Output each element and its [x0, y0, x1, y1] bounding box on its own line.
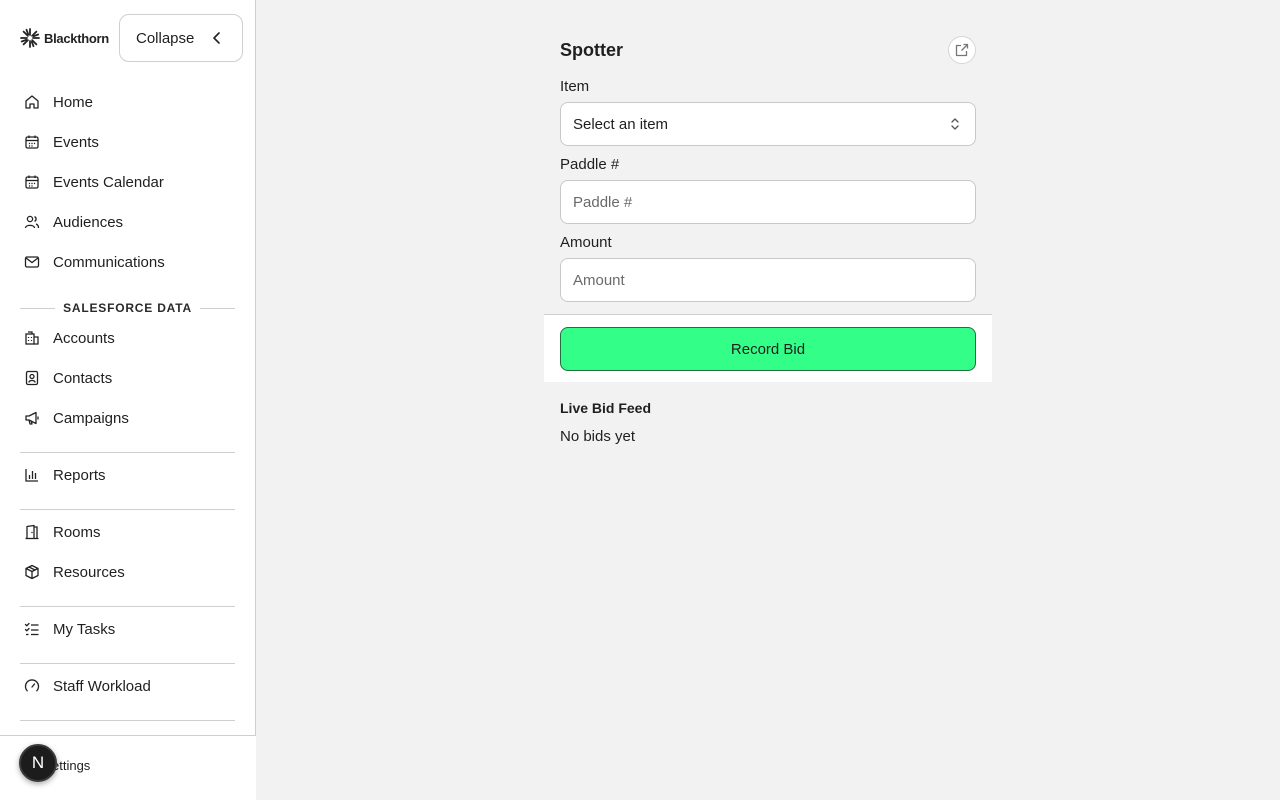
live-bid-feed-title: Live Bid Feed [560, 400, 652, 416]
door-icon [22, 522, 42, 542]
sidebar-item-contacts[interactable]: Contacts [20, 362, 236, 394]
sidebar-item-label: Events Calendar [53, 173, 164, 191]
sidebar: Blackthorn Collapse Home Events Events C… [0, 0, 256, 800]
open-external-button[interactable] [948, 36, 976, 64]
sidebar-item-events-calendar[interactable]: Events Calendar [20, 166, 236, 198]
sidebar-item-label: Events [53, 133, 99, 151]
home-icon [22, 92, 42, 112]
sidebar-item-label: Resources [53, 563, 125, 581]
users-icon [22, 212, 42, 232]
calendar-icon [22, 132, 42, 152]
bid-feed-empty-message: No bids yet [560, 428, 636, 445]
gauge-icon [22, 676, 42, 696]
sidebar-item-label: Audiences [53, 213, 124, 231]
sidebar-item-resources[interactable]: Resources [20, 556, 236, 588]
sidebar-item-label: My Tasks [53, 620, 116, 638]
chevron-left-icon [213, 32, 220, 44]
divider [20, 452, 235, 453]
blackthorn-logo-icon [20, 28, 40, 48]
item-label: Item [560, 78, 590, 95]
amount-input[interactable] [560, 258, 976, 302]
paddle-label: Paddle # [560, 156, 620, 173]
bar-chart-icon [22, 465, 42, 485]
chevron-up-down-icon [951, 118, 959, 130]
divider [20, 606, 235, 607]
sidebar-item-audiences[interactable]: Audiences [20, 206, 236, 238]
divider [20, 720, 235, 721]
external-link-icon [955, 43, 969, 57]
sidebar-item-label: Accounts [53, 329, 115, 347]
paddle-input[interactable] [560, 180, 976, 224]
divider [20, 663, 235, 664]
checklist-icon [22, 619, 42, 639]
sidebar-item-campaigns[interactable]: Campaigns [20, 402, 236, 434]
main-content: Spotter Item Select an item Paddle # Amo… [257, 0, 1280, 800]
page-title: Spotter [560, 40, 623, 60]
sidebar-item-staff-workload[interactable]: Staff Workload [20, 670, 236, 702]
divider [20, 307, 56, 309]
divider [20, 509, 235, 510]
amount-label: Amount [560, 234, 612, 251]
sidebar-item-label: Reports [53, 466, 106, 484]
collapse-label: Collapse [136, 29, 195, 47]
calendar-icon [22, 172, 42, 192]
sidebar-item-label: Campaigns [53, 409, 129, 427]
record-bid-button[interactable]: Record Bid [560, 327, 976, 371]
sidebar-item-my-tasks[interactable]: My Tasks [20, 613, 236, 645]
box-icon [22, 562, 42, 582]
section-heading-label: SALESFORCE DATA [63, 301, 192, 315]
sidebar-item-label: Staff Workload [53, 677, 151, 695]
sidebar-item-label: Home [53, 93, 94, 111]
settings-link[interactable]: ettings [52, 758, 90, 773]
sidebar-item-label: Communications [53, 253, 165, 271]
sidebar-item-reports[interactable]: Reports [20, 459, 236, 491]
sidebar-item-communications[interactable]: Communications [20, 246, 236, 278]
item-select[interactable]: Select an item [560, 102, 976, 146]
sidebar-item-accounts[interactable]: Accounts [20, 322, 236, 354]
sidebar-item-label: Contacts [53, 369, 113, 387]
collapse-button[interactable]: Collapse [119, 14, 243, 62]
item-select-value: Select an item [573, 115, 669, 133]
avatar[interactable]: N [19, 744, 57, 782]
contact-icon [22, 368, 42, 388]
section-heading-salesforce: SALESFORCE DATA [20, 299, 236, 317]
sidebar-item-rooms[interactable]: Rooms [20, 516, 236, 548]
mail-icon [22, 252, 42, 272]
brand-name: Blackthorn [44, 30, 109, 46]
building-icon [22, 328, 42, 348]
sidebar-item-events[interactable]: Events [20, 126, 236, 158]
sidebar-item-home[interactable]: Home [20, 86, 236, 118]
megaphone-icon [22, 408, 42, 428]
brand[interactable]: Blackthorn [20, 28, 109, 48]
divider [199, 307, 236, 309]
sidebar-item-label: Rooms [53, 523, 101, 541]
